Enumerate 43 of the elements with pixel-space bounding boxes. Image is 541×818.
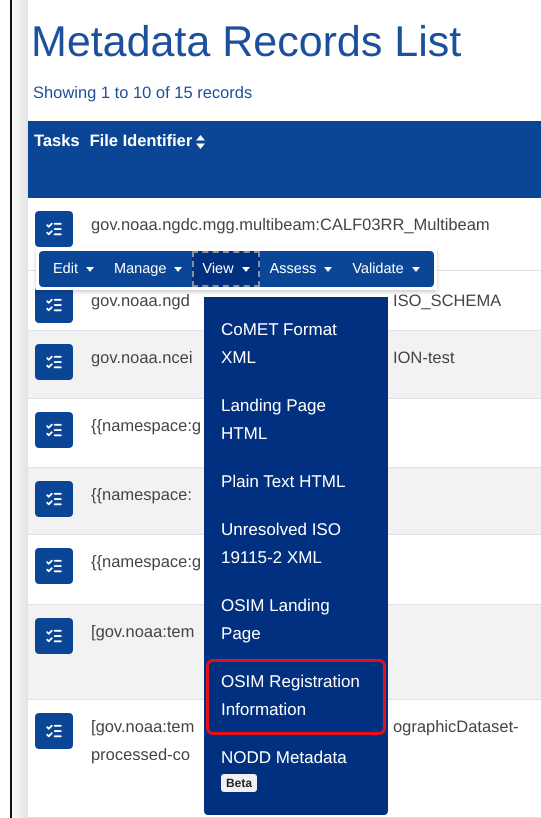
menu-item[interactable]: Plain Text HTML bbox=[206, 459, 386, 507]
file-identifier: gov.noaa.ngdc.mgg.multibeam:CALF03RR_Multibeam bbox=[91, 216, 490, 234]
file-identifier: {{namespace:g bbox=[91, 417, 202, 436]
file-identifier: processed-co bbox=[91, 746, 190, 764]
file-identifier: [gov.noaa:tem bbox=[91, 622, 194, 641]
file-identifier: ographicDataset- bbox=[393, 717, 519, 738]
dropdown-button[interactable]: Manage bbox=[104, 251, 192, 287]
menu-item[interactable]: Landing Page HTML bbox=[206, 383, 386, 459]
page-title: Metadata Records List bbox=[31, 17, 462, 68]
dropdown-button[interactable]: Edit bbox=[43, 251, 104, 287]
file-identifier: {{namespace:g bbox=[91, 553, 202, 572]
menu-item[interactable]: Unresolved ISO 19115-2 XML bbox=[206, 507, 386, 583]
file-identifier: ISO_SCHEMA bbox=[393, 291, 502, 312]
file-identifier: [gov.noaa:tem bbox=[91, 718, 194, 736]
file-identifier: ION-test bbox=[393, 348, 454, 370]
menu-item[interactable]: CoMET Format XML bbox=[206, 307, 386, 383]
menu-item[interactable]: NODD Metadata Beta bbox=[206, 735, 386, 803]
file-identifier: {{namespace: bbox=[91, 486, 192, 504]
column-header: Tasks bbox=[34, 132, 80, 151]
tasks-button[interactable] bbox=[35, 713, 73, 750]
dropdown-button[interactable]: View bbox=[192, 251, 260, 287]
tasks-button[interactable] bbox=[35, 618, 73, 654]
menu-item[interactable]: OSIM Registration Information bbox=[206, 659, 386, 735]
dropdown-button[interactable]: Assess bbox=[260, 251, 342, 287]
caret-icon bbox=[242, 266, 250, 272]
beta-tag: Beta bbox=[221, 774, 258, 792]
tasks-button[interactable] bbox=[35, 548, 73, 584]
file-identifier: gov.noaa.ncei bbox=[91, 349, 193, 368]
tasks-button[interactable] bbox=[35, 412, 73, 448]
tasks-button[interactable] bbox=[35, 287, 73, 324]
menu-item[interactable]: OSIM Landing Page bbox=[206, 583, 386, 659]
caret-icon bbox=[86, 266, 94, 272]
caret-icon bbox=[412, 266, 420, 272]
tasks-button[interactable] bbox=[35, 481, 73, 518]
sort-icon[interactable] bbox=[196, 134, 206, 148]
dropdown-button[interactable]: Validate bbox=[342, 251, 430, 287]
tasks-button[interactable] bbox=[35, 344, 73, 380]
caret-icon bbox=[324, 266, 332, 272]
file-identifier: gov.noaa.ngd bbox=[91, 292, 190, 310]
tasks-button[interactable] bbox=[35, 210, 73, 247]
column-header[interactable]: File Identifier bbox=[90, 132, 192, 151]
records-summary: Showing 1 to 10 of 15 records bbox=[33, 84, 254, 103]
caret-icon bbox=[174, 266, 182, 272]
